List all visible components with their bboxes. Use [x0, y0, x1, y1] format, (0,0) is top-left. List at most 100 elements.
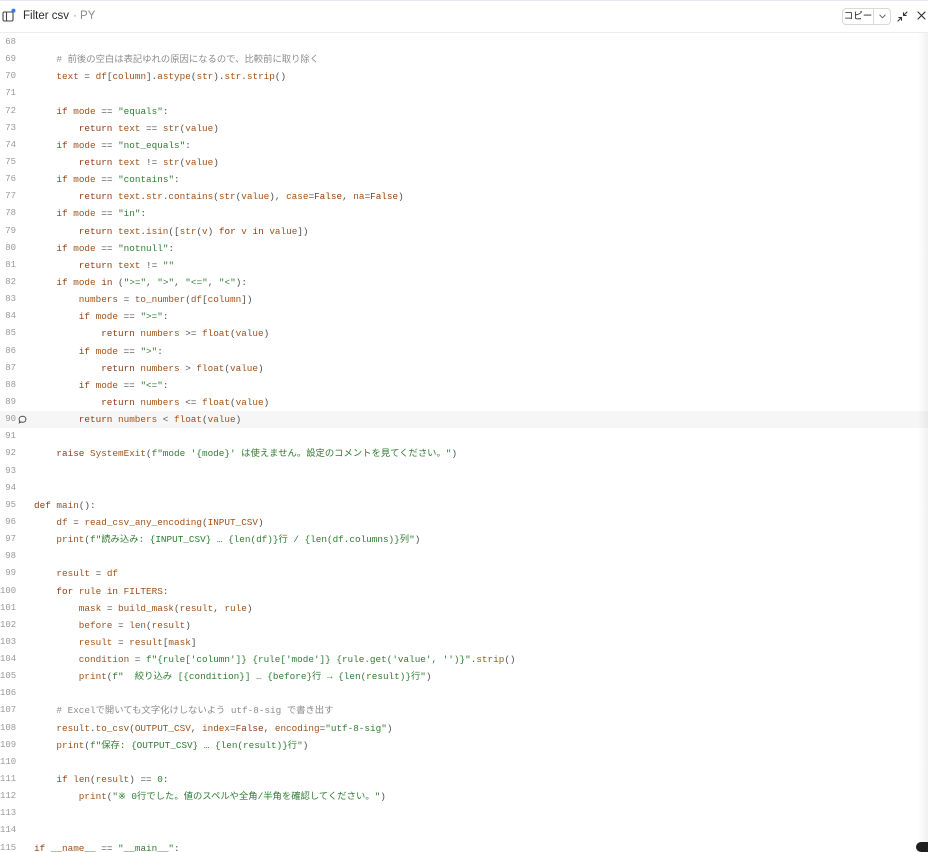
code-line: 102 before = len(result): [0, 617, 928, 634]
copy-options-button[interactable]: [873, 9, 890, 24]
token-operator: :: [174, 174, 180, 186]
line-code: result = df: [34, 565, 118, 582]
token-identifier: text: [118, 259, 141, 271]
code-line: 80 if mode == "notnull":: [0, 240, 928, 257]
token-builtin: float: [196, 362, 225, 374]
token-constant: False: [314, 191, 343, 203]
token-identifier: result: [56, 568, 90, 580]
token-keyword: for: [56, 585, 74, 597]
code-line: 85 return numbers >= float(value): [0, 325, 928, 342]
token-identifier: OUTPUT_CSV: [134, 722, 191, 734]
line-code: return text != str(value): [34, 154, 219, 171]
code-line: 86 if mode == ">":: [0, 343, 928, 360]
code-line: 110: [0, 754, 928, 771]
token-identifier: value: [241, 191, 270, 203]
line-code: return numbers < float(value): [34, 411, 241, 428]
token-identifier: __name__: [50, 842, 96, 852]
token-identifier: result: [56, 722, 90, 734]
token-builtin: float: [202, 396, 231, 408]
vertical-scrollbar[interactable]: [918, 33, 928, 852]
line-number: 85: [5, 328, 16, 339]
comment-icon[interactable]: [18, 415, 27, 424]
token-keyword: return: [78, 225, 113, 237]
token-operator: ): [246, 602, 253, 614]
code-line: 88 if mode == "<=":: [0, 377, 928, 394]
token-identifier: df: [95, 71, 107, 83]
code-line: 96 df = read_csv_any_encoding(INPUT_CSV): [0, 514, 928, 531]
code-line: 75 return text != str(value): [0, 154, 928, 171]
token-comment: # 前後の空白は表記ゆれの原因になるので、比較前に取り除く: [56, 54, 320, 66]
code-line: 74 if mode == "not_equals":: [0, 137, 928, 154]
line-number: 103: [0, 636, 17, 647]
token-operator: ,: [342, 191, 348, 203]
line-code: if mode == "in":: [34, 205, 146, 222]
line-code: numbers = to_number(df[column]): [34, 291, 253, 308]
line-number: 102: [0, 619, 17, 630]
token-identifier: mode: [73, 174, 96, 186]
code-line: 114: [0, 822, 928, 839]
line-number: 94: [5, 482, 16, 493]
token-builtin: str: [162, 156, 180, 168]
close-button[interactable]: [917, 11, 926, 20]
file-type-label: · PY: [73, 10, 96, 22]
token-operator: =: [190, 328, 197, 340]
line-code: def main():: [34, 497, 96, 514]
code-line: 81 return text != "": [0, 257, 928, 274]
token-builtin: print: [78, 671, 107, 683]
token-keyword: if: [56, 774, 68, 786]
token-identifier: mode: [73, 242, 96, 254]
token-keyword: return: [78, 259, 113, 271]
token-operator: >: [185, 362, 191, 374]
token-identifier: numbers: [140, 396, 180, 408]
line-number: 73: [5, 122, 16, 133]
line-code: if mode == "<=":: [34, 377, 169, 394]
line-number: 92: [5, 448, 16, 459]
token-operator: =: [84, 71, 91, 83]
collapse-button[interactable]: [897, 11, 908, 22]
line-number: 68: [5, 37, 16, 47]
code-editor[interactable]: 68 69 # 前後の空白は表記ゆれの原因になるので、比較前に取り除く 70 tex…: [0, 33, 928, 852]
code-line: 113: [0, 805, 928, 822]
line-number: 91: [5, 431, 16, 442]
floating-action-button[interactable]: [916, 842, 928, 852]
token-string: f"読み込み: {INPUT_CSV} … {len(df)}行 / {len(…: [90, 534, 415, 546]
token-operator: =: [134, 654, 141, 666]
line-number: 69: [5, 54, 16, 65]
token-operator: =: [129, 345, 135, 357]
copy-button[interactable]: コピー: [843, 9, 873, 24]
code-line: 115 if __name__ == "__main__":: [0, 840, 928, 852]
line-code: condition = f"{rule['column']} {rule['mo…: [34, 651, 516, 668]
token-operator: ,: [274, 191, 281, 203]
line-number: 100: [0, 585, 17, 596]
token-operator: =: [129, 311, 135, 323]
token-function: build_mask: [118, 602, 175, 614]
token-identifier: text: [118, 191, 141, 203]
token-builtin: str: [162, 122, 180, 134]
token-string: "notnull": [118, 242, 169, 254]
token-operator: =: [190, 396, 197, 408]
token-keyword: if: [56, 242, 68, 254]
line-code: return text == str(value): [34, 120, 219, 137]
token-operator: ): [386, 722, 393, 734]
document-title: Filter csv · PY: [23, 1, 95, 32]
token-function: isin: [146, 225, 169, 237]
code-line: 76 if mode == "contains":: [0, 171, 928, 188]
code-line: 72 if mode == "equals":: [0, 103, 928, 120]
token-function: read_csv_any_encoding: [84, 516, 202, 528]
token-function: contains: [168, 191, 214, 203]
token-identifier: value: [269, 225, 298, 237]
line-code: if __name__ == "__main__":: [34, 840, 180, 852]
code-line: 93: [0, 463, 928, 480]
token-operator: :: [162, 311, 169, 323]
token-identifier: result: [179, 602, 214, 614]
code-line: 89 return numbers <= float(value): [0, 394, 928, 411]
token-identifier: mode: [95, 311, 119, 323]
code-line: 107 # Excelで開いても文字化けしないよう utf-8-sig で書き出…: [0, 702, 928, 719]
code-line: 70 text = df[column].astype(str).str.str…: [0, 68, 928, 85]
token-identifier: mode: [95, 345, 119, 357]
token-operator: ,: [190, 722, 197, 734]
line-number: 75: [5, 156, 16, 167]
panel-toggle-button[interactable]: [2, 8, 16, 22]
token-operator: :: [157, 345, 163, 357]
token-string: "※ 0行でした。値のスペルや全角/半角を確認してください。": [112, 791, 381, 803]
